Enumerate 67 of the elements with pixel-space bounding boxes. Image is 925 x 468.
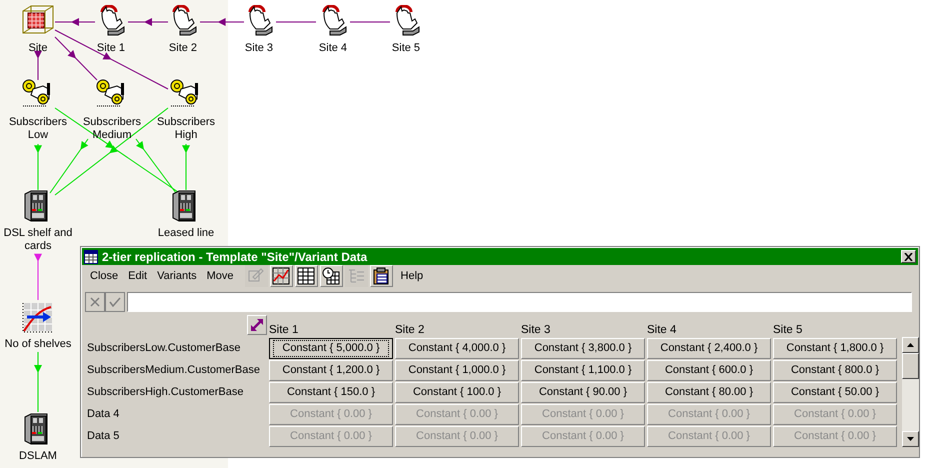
connector-arrow [128,18,168,26]
node-label: Site 2 [168,42,198,55]
connector-arrow [182,144,190,190]
value-cell[interactable]: Constant { 80.00 } [647,382,771,402]
node-label: Site 4 [318,42,348,55]
node-label: Site 1 [96,42,126,55]
check-icon [109,297,121,307]
scroll-up-icon[interactable] [902,337,919,353]
input-field[interactable] [127,292,912,312]
connector-arrow [34,352,42,412]
window-title: 2-tier replication - Template "Site"/Variant Data [102,248,368,266]
menu-item[interactable]: Variants [152,267,202,285]
value-cell[interactable]: Constant { 2,400.0 } [647,338,771,358]
value-cell[interactable]: Constant { 600.0 } [647,360,771,380]
value-cell[interactable]: Constant { 1,000.0 } [395,360,519,380]
connector-arrow [34,254,42,300]
connector-arrow [54,18,96,26]
value-cell[interactable]: Constant { 100.0 } [395,382,519,402]
table-button[interactable] [294,265,318,287]
value-cell[interactable]: Constant { 4,000.0 } [395,338,519,358]
column-header: Site 1 [269,323,298,337]
value-cell[interactable]: Constant { 5,000.0 } [269,338,393,358]
close-icon [904,252,913,260]
scroll-down-icon[interactable] [902,431,919,447]
row-label: Data 4 [87,406,120,422]
value-cell[interactable]: Constant { 3,800.0 } [521,338,645,358]
scroll-thumb[interactable] [902,353,919,379]
connector-arrow [34,144,42,190]
resize-icon[interactable] [247,315,267,335]
row-label: SubscribersHigh.CustomerBase [87,384,244,400]
chart-icon[interactable] [21,301,55,333]
menu-item[interactable]: Help [396,267,428,285]
connector-arrow [200,18,244,26]
value-cell[interactable]: Constant { 800.0 } [773,360,897,380]
node-label: Site 5 [390,42,422,55]
node-label: DSL shelf and cards [2,227,74,253]
menu-item[interactable]: Close [85,267,124,285]
row-label: SubscribersMedium.CustomerBase [87,362,260,378]
row-label: Data 5 [87,428,120,444]
table-icon [84,250,98,264]
close-button[interactable] [901,250,916,263]
menu-item[interactable]: Edit [123,267,152,285]
cancel-icon [90,297,100,307]
node-label: Leased line [156,227,216,240]
value-cell[interactable]: Constant { 150.0 } [269,382,393,402]
menu-item[interactable]: Move [202,267,239,285]
value-cell[interactable]: Constant { 1,200.0 } [269,360,393,380]
value-cell[interactable]: Constant { 50.00 } [773,382,897,402]
scrollbar[interactable] [902,337,919,447]
clipboard-button[interactable] [370,265,393,287]
cancel-button[interactable] [85,292,105,312]
connector-arrow [34,50,42,80]
node-label: No of shelves [4,338,72,351]
node-label: DSLAM [18,450,58,463]
value-cell[interactable]: Constant { 1,100.0 } [521,360,645,380]
clock-button[interactable] [320,265,343,287]
node-label: Site 3 [244,42,274,55]
value-cell[interactable]: Constant { 1,800.0 } [773,338,897,358]
column-header: Site 2 [395,323,424,337]
value-cell[interactable]: Constant { 90.00 } [521,382,645,402]
column-header: Site 5 [773,323,802,337]
row-label: SubscribersLow.CustomerBase [87,340,240,356]
column-header: Site 3 [521,323,550,337]
node-label: Site [28,42,48,55]
chart-button[interactable] [270,265,293,287]
column-header: Site 4 [647,323,676,337]
accept-button[interactable] [105,292,125,312]
